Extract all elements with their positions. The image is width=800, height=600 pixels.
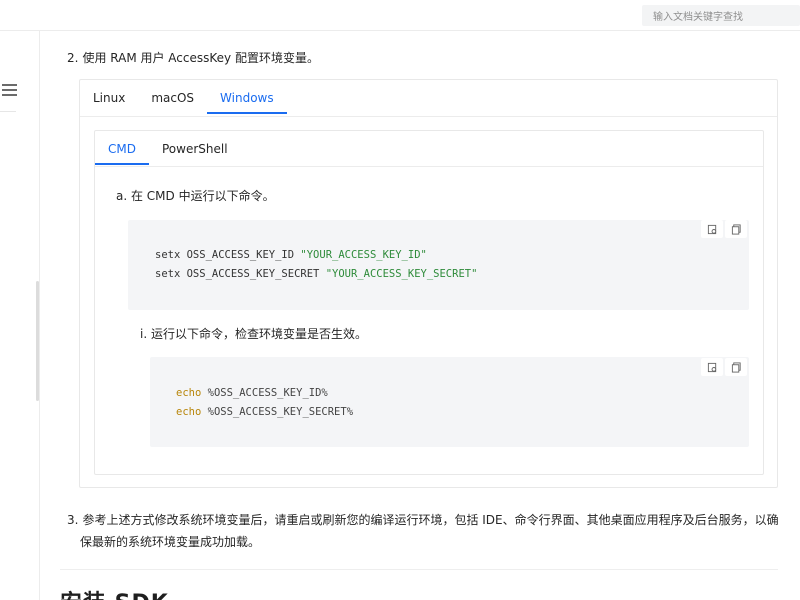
code-string: "YOUR_ACCESS_KEY_SECRET"	[325, 268, 478, 280]
left-rail	[0, 31, 40, 600]
code-content: setx OSS_ACCESS_KEY_ID "YOUR_ACCESS_KEY_…	[155, 246, 477, 284]
section-divider	[60, 569, 778, 570]
tabs-divider	[80, 116, 777, 117]
search-box[interactable]	[642, 5, 800, 28]
tab-cmd[interactable]: CMD	[95, 131, 149, 165]
tab-linux[interactable]: Linux	[80, 80, 138, 113]
code-line: echo %OSS_ACCESS_KEY_SECRET%	[176, 403, 353, 422]
substep-i: i. 运行以下命令，检查环境变量是否生效。	[140, 327, 367, 341]
step-line: 保最新的系统环境变量成功加载。	[80, 535, 261, 549]
code-content: echo %OSS_ACCESS_KEY_ID% echo %OSS_ACCES…	[176, 384, 353, 422]
copy-icon[interactable]	[725, 220, 747, 238]
rail-divider	[0, 111, 16, 112]
step-number: 2.	[67, 51, 79, 65]
search-input[interactable]	[642, 7, 800, 28]
code-block-setx: setx OSS_ACCESS_KEY_ID "YOUR_ACCESS_KEY_…	[128, 220, 749, 310]
step-line: 3. 参考上述方式修改系统环境变量后，请重启或刷新您的编译运行环境，包括 IDE、…	[67, 510, 787, 530]
top-bar	[0, 0, 800, 31]
code-command: setx OSS_ACCESS_KEY_ID	[155, 249, 301, 261]
code-tools	[701, 220, 747, 238]
code-tools	[701, 358, 747, 376]
os-tabs: Linux macOS Windows	[80, 80, 287, 114]
step-number: 3.	[67, 513, 79, 527]
section-heading: 安装 SDK	[60, 589, 169, 600]
step-text: 参考上述方式修改系统环境变量后，请重启或刷新您的编译运行环境，包括 IDE、命令…	[82, 513, 779, 527]
tab-powershell[interactable]: PowerShell	[149, 131, 241, 164]
code-keyword: echo	[176, 387, 202, 399]
open-in-editor-icon[interactable]	[701, 220, 723, 238]
code-line: setx OSS_ACCESS_KEY_ID "YOUR_ACCESS_KEY_…	[155, 246, 477, 265]
copy-icon[interactable]	[725, 358, 747, 376]
code-variable: %OSS_ACCESS_KEY_ID%	[201, 387, 328, 399]
open-in-editor-icon[interactable]	[701, 358, 723, 376]
step-text: 使用 RAM 用户 AccessKey 配置环境变量。	[82, 51, 319, 65]
menu-icon[interactable]	[2, 84, 17, 96]
code-line: echo %OSS_ACCESS_KEY_ID%	[176, 384, 353, 403]
code-command: setx OSS_ACCESS_KEY_SECRET	[155, 268, 326, 280]
code-variable: %OSS_ACCESS_KEY_SECRET%	[201, 406, 354, 418]
tabs-divider	[95, 166, 763, 167]
code-block-echo: echo %OSS_ACCESS_KEY_ID% echo %OSS_ACCES…	[150, 357, 749, 447]
code-string: "YOUR_ACCESS_KEY_ID"	[300, 249, 427, 261]
scrollbar[interactable]	[36, 281, 39, 401]
code-line: setx OSS_ACCESS_KEY_SECRET "YOUR_ACCESS_…	[155, 265, 477, 284]
tab-windows[interactable]: Windows	[207, 80, 287, 114]
substep-a: a. 在 CMD 中运行以下命令。	[116, 189, 275, 203]
tab-macos[interactable]: macOS	[138, 80, 207, 113]
step-2: 2. 使用 RAM 用户 AccessKey 配置环境变量。	[67, 48, 319, 68]
code-keyword: echo	[176, 406, 202, 418]
shell-tabs: CMD PowerShell	[95, 131, 241, 165]
step-3: 3. 参考上述方式修改系统环境变量后，请重启或刷新您的编译运行环境，包括 IDE、…	[67, 510, 787, 552]
